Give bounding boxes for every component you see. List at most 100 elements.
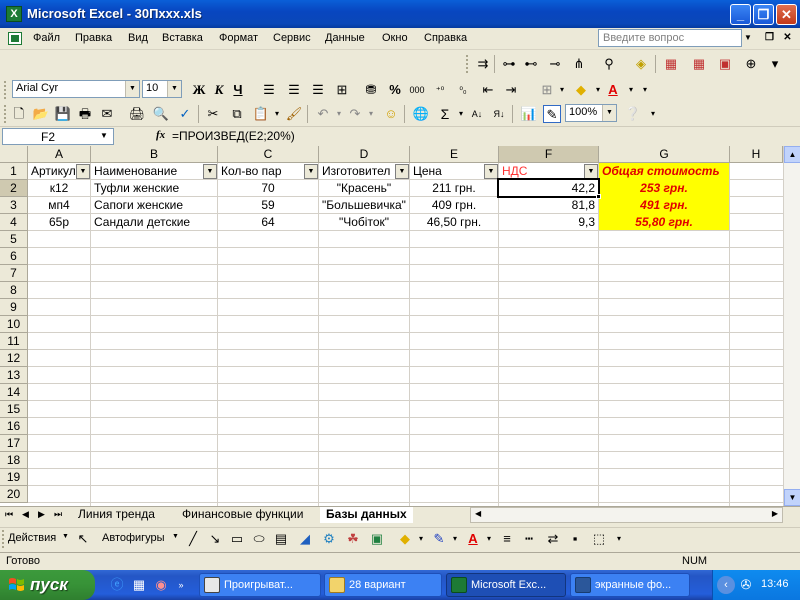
print-icon[interactable]: 🖨 [128, 105, 146, 123]
new-document-icon[interactable]: 🗋 [10, 105, 28, 123]
drawing-toggle-icon[interactable]: ✎ [543, 105, 561, 123]
row-header-3[interactable]: 3 [0, 197, 28, 214]
rectangle-icon[interactable]: ▭ [228, 530, 246, 548]
chevron-down-icon[interactable]: ▾ [268, 105, 286, 123]
table-cell[interactable]: 9,3 [499, 214, 598, 230]
show-hidden-icons-icon[interactable]: ‹ [717, 576, 735, 594]
column-header-e[interactable]: E [410, 146, 499, 163]
table-cell[interactable]: Туфли женские [91, 180, 217, 196]
toolbar-options-icon[interactable]: ▾ [636, 81, 654, 99]
menu-help[interactable]: Справка [424, 32, 467, 44]
chevron-down-icon[interactable]: ▾ [446, 530, 464, 548]
select-objects-icon[interactable]: ↖ [74, 530, 92, 548]
chevron-down-icon[interactable]: ▼ [62, 533, 69, 540]
align-right-icon[interactable]: ☰ [309, 81, 327, 99]
row-header-7[interactable]: 7 [0, 265, 28, 282]
line-icon[interactable]: ╱ [184, 530, 202, 548]
table-cell[interactable]: "Чобіток" [319, 214, 409, 230]
decrease-indent-icon[interactable]: ⇤ [479, 81, 497, 99]
table-cell[interactable]: 55,80 грн. [599, 214, 729, 230]
textbox-icon[interactable]: ▤ [272, 530, 290, 548]
font-color-icon[interactable]: A [604, 81, 622, 99]
increase-indent-icon[interactable]: ⇥ [502, 81, 520, 99]
copy-icon[interactable]: ⧉ [228, 105, 246, 123]
watch-window-icon[interactable]: ▣ [716, 55, 734, 73]
table-cell[interactable]: Сандали детские [91, 214, 217, 230]
table-cell[interactable]: "Красень" [319, 180, 409, 196]
menu-data[interactable]: Данные [325, 32, 365, 44]
row-header-10[interactable]: 10 [0, 316, 28, 333]
toolbar-options-icon[interactable]: ▾ [610, 530, 628, 548]
taskbar-button-excel[interactable]: Microsoft Exc... [446, 573, 566, 597]
menu-edit[interactable]: Правка [75, 32, 112, 44]
chevron-down-icon[interactable]: ▾ [362, 105, 380, 123]
column-header-g[interactable]: G [599, 146, 730, 163]
taskbar-button-word[interactable]: экранные фо... [570, 573, 690, 597]
next-sheet-icon[interactable]: ▶ [38, 509, 45, 520]
merge-center-icon[interactable]: ⊞ [333, 81, 351, 99]
quicklaunch-more-icon[interactable]: » [172, 576, 190, 594]
filter-dropdown-icon[interactable]: ▼ [203, 164, 217, 179]
row-header-9[interactable]: 9 [0, 299, 28, 316]
picture-icon[interactable]: ▣ [368, 530, 386, 548]
scroll-right-icon[interactable]: ▶ [772, 509, 778, 518]
print-preview-icon[interactable]: 🔍 [152, 105, 170, 123]
increase-decimal-icon[interactable]: ⁺⁰ [431, 81, 449, 99]
taskbar-button-folder[interactable]: 28 вариант [324, 573, 442, 597]
doc-close-button[interactable]: ✕ [780, 31, 795, 45]
maximize-button[interactable]: ❐ [753, 4, 774, 25]
open-folder-icon[interactable]: 📂 [32, 105, 50, 123]
row-header-18[interactable]: 18 [0, 452, 28, 469]
menu-view[interactable]: Вид [128, 32, 148, 44]
column-header-b[interactable]: B [91, 146, 218, 163]
header-cell-qty[interactable]: Кол-во пар [218, 163, 318, 179]
filter-dropdown-icon[interactable]: ▼ [484, 164, 498, 179]
scroll-left-icon[interactable]: ◀ [475, 509, 481, 518]
sort-ascending-icon[interactable]: А↓ [468, 105, 486, 123]
table-cell[interactable]: 491 грн. [599, 197, 729, 213]
table-cell[interactable]: мп4 [28, 197, 90, 213]
table-cell[interactable]: 70 [218, 180, 318, 196]
menu-format[interactable]: Формат [219, 32, 258, 44]
fill-handle[interactable] [596, 194, 601, 199]
align-center-icon[interactable]: ☰ [285, 81, 303, 99]
filter-dropdown-icon[interactable]: ▼ [76, 164, 90, 179]
actions-menu[interactable]: Действия [8, 532, 56, 544]
formula-input[interactable]: =ПРОИЗВЕД(E2;20%) [172, 129, 295, 143]
column-header-c[interactable]: C [218, 146, 319, 163]
start-button[interactable]: пуск [0, 570, 95, 600]
chart-wizard-icon[interactable]: 📊 [520, 105, 538, 123]
toolbar-grip[interactable] [4, 105, 7, 123]
remove-arrows-icon[interactable]: ⊷ [522, 55, 540, 73]
circle-invalid-icon[interactable]: ▦ [662, 55, 680, 73]
row-header-4[interactable]: 4 [0, 214, 28, 231]
trace-dependents-icon[interactable]: ⊶ [500, 55, 518, 73]
help-search-input[interactable]: Введите вопрос [598, 29, 742, 47]
row-header-16[interactable]: 16 [0, 418, 28, 435]
toolbar-grip[interactable] [4, 81, 7, 99]
decrease-decimal-icon[interactable]: ⁰₀ [454, 81, 472, 99]
worksheet-grid[interactable]: A B C D E F G H 1 2 3 4 5 6 7 8 9 10 11 … [0, 146, 783, 506]
sheet-tab-databases[interactable]: Базы данных [320, 507, 413, 523]
table-cell[interactable]: 59 [218, 197, 318, 213]
scroll-up-icon[interactable]: ▲ [784, 146, 800, 163]
table-cell[interactable]: Сапоги женские [91, 197, 217, 213]
shadow-icon[interactable]: ▪ [566, 530, 584, 548]
sheet-tab-trendline[interactable]: Линия тренда [72, 507, 161, 523]
table-cell[interactable]: 211 грн. [410, 180, 498, 196]
underline-button[interactable]: Ч [229, 81, 247, 99]
smiley-icon[interactable]: ☺ [382, 105, 400, 123]
chevron-down-icon[interactable]: ▾ [553, 81, 571, 99]
prev-sheet-icon[interactable]: ◀ [22, 509, 29, 520]
clear-validation-icon[interactable]: ▦ [690, 55, 708, 73]
sheet-tab-financial[interactable]: Финансовые функции [176, 507, 309, 523]
table-cell[interactable]: 65р [28, 214, 90, 230]
menu-file[interactable]: Файл [33, 32, 60, 44]
table-cell[interactable]: 253 грн. [599, 180, 729, 196]
header-cell-name[interactable]: Наименование [91, 163, 217, 179]
toolbar-options-icon[interactable]: ▾ [766, 55, 784, 73]
chevron-down-icon[interactable]: ▼ [125, 81, 139, 97]
minimize-button[interactable]: _ [730, 4, 751, 25]
format-painter-icon[interactable]: 🖌 [285, 105, 303, 123]
toolbar-grip[interactable] [2, 530, 5, 548]
